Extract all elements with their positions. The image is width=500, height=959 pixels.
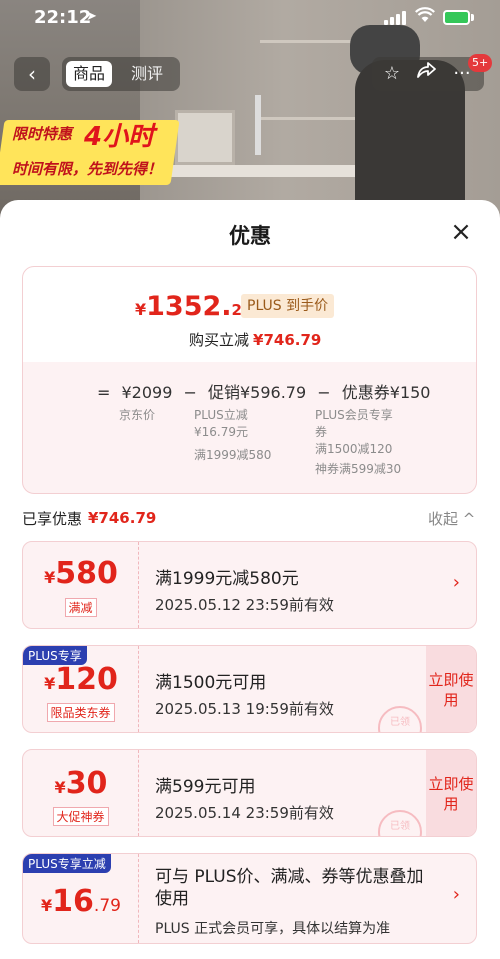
card-value-area: ¥580 满减 [23,542,139,628]
card-expire: 2025.05.14 23:59前有效 [155,804,334,822]
close-icon: × [450,217,472,247]
final-price-currency: ¥ [135,300,147,319]
plus-discount-card[interactable]: PLUS专享立减 ¥16.79 可与 PLUS价、满减、券等优惠叠加 使用 PL… [22,853,477,944]
card-amount: 16 [52,884,94,919]
coupon-card: ¥30 大促神券 满599元可用 2025.05.14 23:59前有效 已领 … [22,749,477,837]
card-value: ¥30 [23,766,139,801]
cellular-signal-icon [384,11,410,25]
message-badge: 5+ [468,54,493,72]
card-value: ¥580 [23,556,139,591]
enjoyed-amount: ¥746.79 [88,509,157,527]
desk-decor [140,165,390,177]
battery-icon [443,10,470,25]
chevron-right-icon: › [452,572,460,593]
card-currency: ¥ [54,778,66,797]
formula-minus: − [183,383,197,402]
card-title: 满1500元可用 [155,673,267,693]
card-value-area: PLUS专享 ¥120 限品类东券 [23,646,139,732]
card-currency: ¥ [44,568,56,587]
promo-detail: PLUS立减 ¥16.79元 满1999减580 [194,407,271,464]
promo-line1: 限时特惠 [12,125,73,143]
card-kind: 满减 [64,598,97,617]
card-currency: ¥ [44,674,56,693]
close-button[interactable]: × [447,218,475,246]
sheet-title: 优惠 [229,224,271,248]
plus-price-tag: PLUS 到手价 [241,294,335,318]
promo-line2: 时间有限，先到先得！ [12,160,163,178]
use-now-button[interactable]: 立即使用 [426,750,476,836]
reduction-label: 购买立减 [189,331,250,349]
formula-minus: − [317,383,331,402]
wifi-icon [415,7,435,27]
promo-detail-line: 满1999减580 [194,448,272,462]
coupon-detail-line: PLUS会员专享 [315,408,393,422]
card-amount: 30 [65,766,108,801]
discount-card[interactable]: ¥580 满减 满1999元减580元 2025.05.12 23:59前有效 … [22,541,477,629]
formula-coupon: 优惠券¥150 [341,383,431,402]
collapse-toggle[interactable]: 收起 ^ [428,508,475,529]
chevron-right-icon: › [452,884,460,905]
card-title-line: 可与 PLUS价、满减、券等优惠叠加 [155,867,424,887]
claimed-stamp-icon: 已领 [378,810,422,836]
final-price-integer: 1352. [146,291,232,322]
enjoyed-label: 已享优惠 [22,510,83,528]
card-currency: ¥ [41,896,53,915]
coupon-detail-line: 满1500减120 [315,442,393,456]
product-tabs: 商品 测评 [62,57,180,91]
monitor-decor [175,110,235,165]
coupon-card: PLUS专享 ¥120 限品类东券 满1500元可用 2025.05.13 19… [22,645,477,733]
card-amount: 120 [55,662,118,697]
card-kind: 限品类东券 [46,703,115,722]
formula-jd-price: ¥2099 [121,383,173,402]
back-button[interactable]: ‹ [14,57,50,91]
promo-hours: 4小时 [84,122,155,152]
star-icon[interactable]: ☆ [378,61,406,87]
discount-sheet: 优惠 × ¥1352.21 PLUS 到手价 购买立减¥746.79 = ¥20… [0,200,500,959]
plus-exclusive-badge: PLUS专享立减 [23,854,111,873]
lamp-decor [255,95,261,155]
card-value: ¥120 [23,662,139,697]
card-expire: 2025.05.13 19:59前有效 [155,700,334,718]
coupon-detail: PLUS会员专享 券 满1500减120 神券满599减30 [315,407,401,478]
final-price: ¥1352.21 [135,291,252,322]
status-bar: 22:12 ➤ [0,0,500,36]
purchase-reduction: 购买立减 ¥746.79 [189,329,321,350]
formula-promo: 促销¥596.79 [208,383,307,402]
card-amount-decimal: .79 [93,896,121,916]
card-value: ¥16.79 [23,884,139,919]
card-expire: 2025.05.12 23:59前有效 [155,596,334,614]
card-value-area: ¥30 大促神券 [23,750,139,836]
card-value-area: PLUS专享立减 ¥16.79 [23,854,139,943]
card-expire: PLUS 正式会员可享，具体以结算为准 [155,921,391,937]
price-formula: = ¥2099 − 促销¥596.79 − 优惠券¥150 [97,379,437,403]
formula-equals: = [97,383,111,402]
card-title: 满599元可用 [155,777,256,797]
tab-review[interactable]: 测评 [124,61,170,87]
status-time: 22:12 [34,7,92,28]
coupon-detail-line: 神券满599减30 [315,462,402,476]
jd-price-label: 京东价 [119,408,156,422]
promo-detail-line: PLUS立减 [194,408,248,422]
claimed-stamp-icon: 已领 [378,706,422,732]
tab-product[interactable]: 商品 [66,61,113,87]
card-title: 可与 PLUS价、满减、券等优惠叠加 使用 [155,866,424,910]
back-icon: ‹ [28,62,36,86]
location-arrow-icon: ➤ [86,9,97,24]
share-icon[interactable] [412,61,440,87]
card-title-line: 使用 [155,889,189,909]
battery-tip-icon [471,14,474,21]
reduction-amount: ¥746.79 [253,331,322,349]
price-summary: ¥1352.21 PLUS 到手价 购买立减¥746.79 = ¥2099 − … [22,266,477,494]
use-now-button[interactable]: 立即使用 [426,646,476,732]
coupon-detail-line: 券 [315,425,328,439]
promo-detail-line: ¥16.79元 [194,425,248,439]
card-kind: 大促神券 [52,807,109,826]
card-title: 满1999元减580元 [155,569,299,589]
card-amount: 580 [55,556,118,591]
